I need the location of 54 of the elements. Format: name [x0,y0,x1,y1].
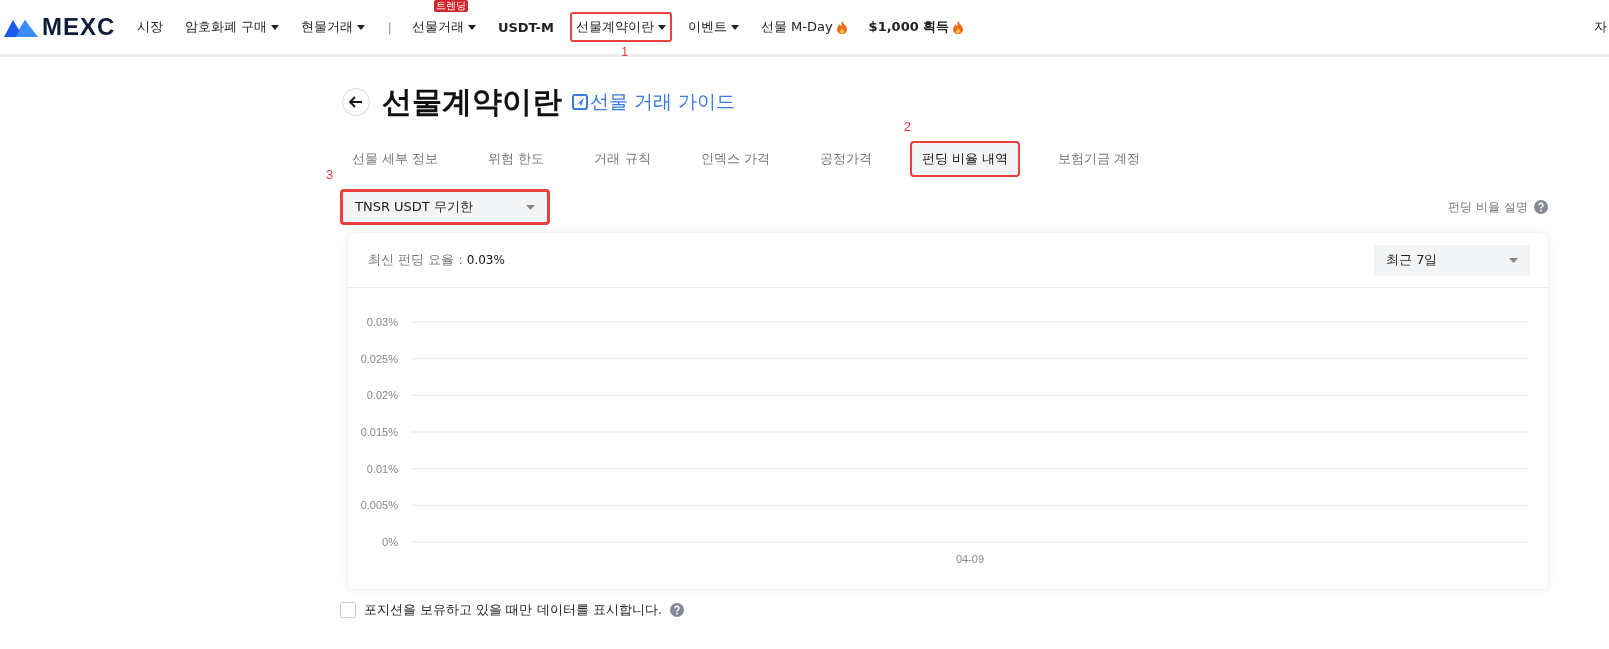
caret-icon [271,24,280,30]
logo-text[interactable]: MEXC [42,13,116,41]
tab[interactable]: 펀딩 비율 내역 [909,141,1020,177]
nav-item[interactable]: $1,000 획득 [862,12,970,42]
nav-item[interactable]: 선물계약이란 [569,12,672,42]
caret-icon [467,24,476,30]
nav-item[interactable]: 현물거래 [295,12,372,42]
trending-badge: 트렌딩 [433,0,468,12]
nav-item[interactable]: 암호화폐 구매 [179,12,286,42]
tab[interactable]: 거래 규칙 [582,141,663,177]
y-tick-label: 0.025% [360,352,398,365]
x-tick-label: 04-09 [955,553,985,565]
y-tick-label: 0.01% [366,462,398,475]
fire-icon [836,20,847,34]
y-tick-label: 0% [382,536,398,548]
annotation-number: 3 [326,167,334,182]
help-icon [669,603,684,617]
nav-divider: | [387,19,392,35]
back-button[interactable] [342,88,370,116]
help-link[interactable]: 펀딩 비율 설명 [1448,198,1528,216]
tab[interactable]: 공정가격 [807,141,884,177]
help-icon [1534,200,1548,214]
tab[interactable]: 선물 세부 정보 [340,141,451,177]
tab[interactable]: 위험 한도 [476,141,557,177]
caret-icon [1509,257,1518,263]
y-tick-label: 0.005% [360,499,398,512]
nav-item[interactable]: 자 [1594,18,1607,36]
caret-icon [730,24,739,30]
annotation-number: 1 [620,44,629,59]
nav-item[interactable]: 선물 M-Day [754,12,853,42]
tab[interactable]: 보험기금 계정 [1045,141,1153,177]
caret-icon [526,204,535,210]
nav-item[interactable]: USDT-M [491,13,560,41]
fire-icon [953,20,964,34]
latest-rate-value: 0.03% [466,253,505,267]
y-tick-label: 0.03% [366,316,398,328]
y-tick-label: 0.02% [366,389,398,402]
checkbox[interactable] [340,602,356,618]
period-dropdown[interactable]: 최근 7일 [1374,244,1530,276]
annotation-number: 2 [903,119,911,134]
contract-dropdown[interactable]: TNSR USDT 무기한 [340,189,550,225]
checkbox-label: 포지션을 보유하고 있을 때만 데이터를 표시합니다. [364,601,662,619]
guide-icon [572,94,588,110]
y-tick-label: 0.015% [360,426,398,438]
back-arrow-icon [349,96,363,108]
page-title: 선물계약이란 [382,82,562,121]
nav-item[interactable]: 이벤트 [681,12,745,42]
nav-item[interactable]: 시장 [131,12,170,42]
latest-rate-label: 최신 펀딩 요율 : [368,251,463,269]
nav-item[interactable]: 선물거래 [405,12,482,42]
tab[interactable]: 인덱스 가격 [688,141,782,177]
caret-icon [357,24,366,30]
guide-link[interactable]: 선물 거래 가이드 [590,89,736,115]
caret-icon [657,24,666,30]
